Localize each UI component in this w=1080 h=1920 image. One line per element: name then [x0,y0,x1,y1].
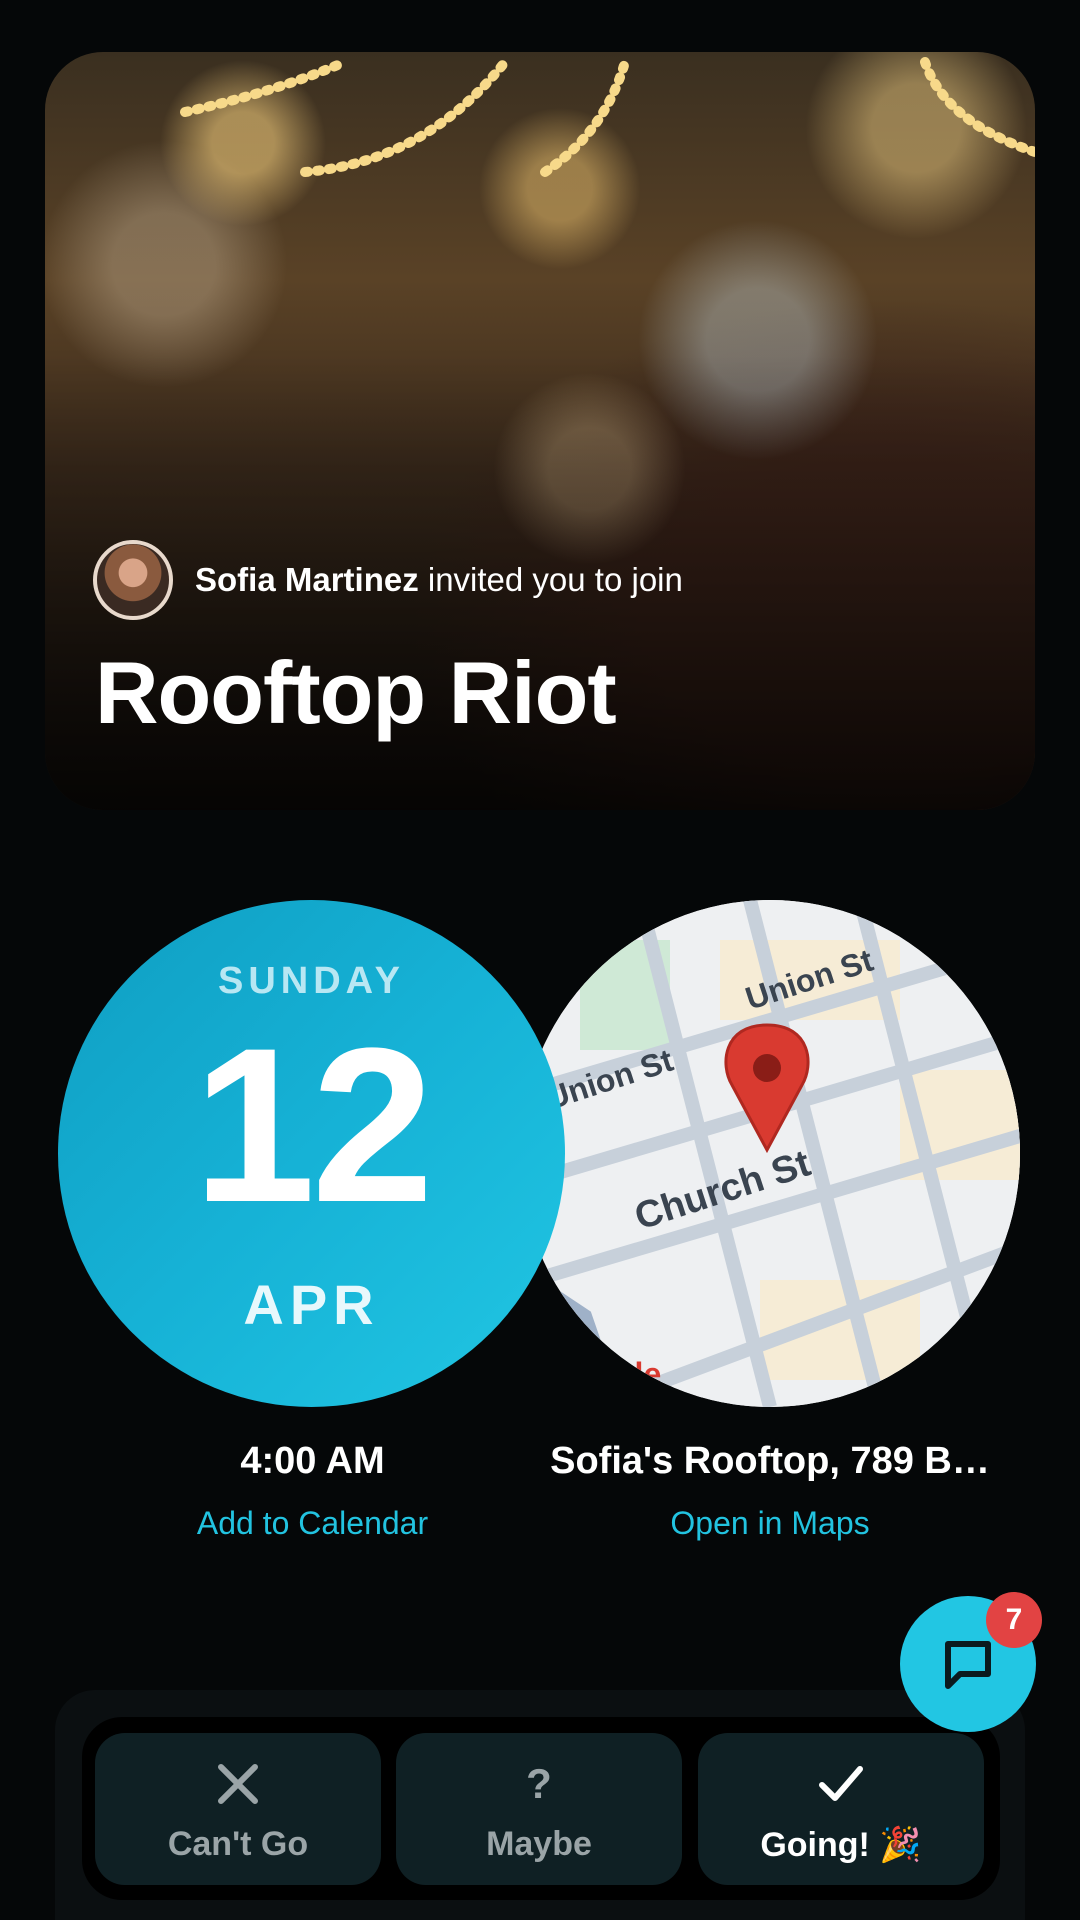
map-illustration: Union St Union St Church St gle [520,900,1020,1407]
open-in-maps-link[interactable]: Open in Maps [530,1505,1010,1542]
location-map[interactable]: Union St Union St Church St gle [520,900,1020,1407]
cant-go-label: Can't Go [167,1825,309,1863]
date-day: 12 [193,1002,434,1248]
maybe-button[interactable]: ? Maybe [396,1733,682,1885]
invite-suffix: invited you to join [427,561,683,598]
going-button[interactable]: Going! 🎉 [698,1733,984,1885]
date-month: APR [243,1273,380,1336]
event-cover-image: Sofia Martinez invited you to join Rooft… [45,52,1035,810]
question-icon: ? [526,1760,552,1807]
inviter-row: Sofia Martinez invited you to join [93,540,683,620]
inviter-avatar[interactable] [93,540,173,620]
date-weekday: SUNDAY [218,960,405,1002]
close-icon [95,1759,381,1809]
event-location: Sofia's Rooftop, 789 B… [550,1440,990,1482]
going-label: Going! 🎉 [760,1826,922,1864]
inviter-name: Sofia Martinez [195,561,419,598]
date-badge: SUNDAY 12 APR [58,900,565,1407]
maybe-label: Maybe [486,1825,592,1863]
chat-icon [945,1641,991,1689]
map-logo: gle [615,1356,661,1392]
cant-go-button[interactable]: Can't Go [95,1733,381,1885]
chat-unread-badge: 7 [986,1592,1042,1648]
event-time: 4:00 AM [240,1440,385,1482]
string-lights-decoration [180,57,1035,177]
checkmark-icon [698,1759,984,1809]
add-to-calendar-link[interactable]: Add to Calendar [60,1505,565,1542]
event-title: Rooftop Riot [95,643,617,742]
invite-text: Sofia Martinez invited you to join [195,561,683,599]
